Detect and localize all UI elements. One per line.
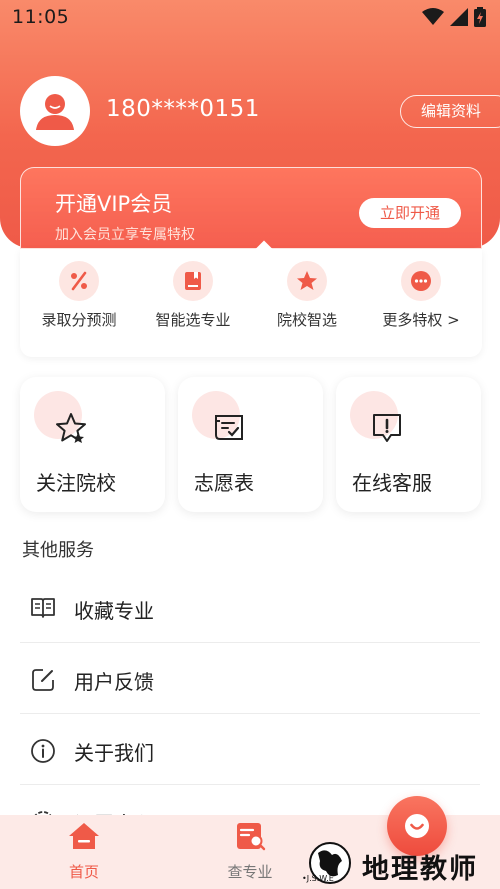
status-time: 11:05 bbox=[12, 6, 70, 28]
tab-search-major[interactable]: 查专业 bbox=[200, 821, 300, 882]
search-doc-icon bbox=[237, 823, 266, 851]
service-label: 关于我们 bbox=[74, 741, 154, 765]
service-label: 收藏专业 bbox=[74, 599, 154, 623]
avatar[interactable] bbox=[20, 76, 90, 146]
wifi-icon bbox=[422, 8, 444, 25]
service-about-us[interactable]: 关于我们 bbox=[20, 715, 480, 785]
vip-subtitle: 加入会员立享专属特权 bbox=[55, 227, 195, 243]
signal-icon bbox=[450, 8, 468, 26]
service-feedback[interactable]: 用户反馈 bbox=[20, 644, 480, 714]
status-bar: 11:05 bbox=[0, 0, 500, 34]
perk-more[interactable]: 更多特权 > bbox=[366, 261, 476, 330]
alert-chat-icon bbox=[373, 414, 401, 442]
open-book-icon bbox=[31, 598, 55, 618]
battery-icon bbox=[474, 7, 486, 27]
edit-square-icon bbox=[32, 669, 54, 691]
tab-home[interactable]: 首页 bbox=[34, 821, 134, 882]
vip-title: 开通VIP会员 bbox=[55, 192, 173, 216]
perk-label: 更多特权 > bbox=[382, 311, 460, 329]
book-icon bbox=[173, 261, 213, 301]
home-icon bbox=[69, 823, 99, 849]
quick-follow-schools[interactable]: 关注院校 bbox=[20, 377, 165, 512]
watermark-logo-icon: •J.S.W.E bbox=[302, 842, 351, 884]
user-phone: 180****0151 bbox=[106, 96, 260, 122]
perk-label: 录取分预测 bbox=[41, 311, 117, 329]
quick-application-form[interactable]: 志愿表 bbox=[178, 377, 323, 512]
perk-smart-major[interactable]: 智能选专业 bbox=[138, 261, 248, 330]
vip-card: 开通VIP会员 加入会员立享专属特权 立即开通 bbox=[20, 167, 482, 249]
quick-label: 关注院校 bbox=[36, 471, 116, 495]
quick-online-service[interactable]: 在线客服 bbox=[336, 377, 481, 512]
vip-perks-card: 录取分预测 智能选专业 院校智选 更多特权 > bbox=[20, 240, 482, 357]
edit-profile-button[interactable]: 编辑资料 bbox=[400, 95, 500, 128]
perk-label: 院校智选 bbox=[276, 311, 337, 329]
tab-label: 查专业 bbox=[227, 863, 273, 881]
star-icon bbox=[287, 261, 327, 301]
quick-label: 在线客服 bbox=[352, 471, 432, 495]
tab-label: 首页 bbox=[68, 863, 99, 881]
perk-school-select[interactable]: 院校智选 bbox=[252, 261, 362, 330]
form-check-icon bbox=[215, 415, 243, 440]
perk-label: 智能选专业 bbox=[155, 311, 231, 329]
percent-icon bbox=[59, 261, 99, 301]
perk-score-prediction[interactable]: 录取分预测 bbox=[24, 261, 134, 330]
service-label: 用户反馈 bbox=[74, 670, 154, 694]
info-circle-icon bbox=[31, 739, 55, 763]
service-favorite-majors[interactable]: 收藏专业 bbox=[20, 573, 480, 643]
more-dots-icon bbox=[401, 261, 441, 301]
other-services-title: 其他服务 bbox=[22, 540, 94, 561]
watermark: •J.S.W.E 地理教师 bbox=[300, 835, 500, 889]
quick-label: 志愿表 bbox=[194, 471, 254, 495]
star-outline-icon bbox=[56, 413, 86, 443]
svg-text:•J.S.W.E: •J.S.W.E bbox=[302, 874, 334, 883]
user-avatar-icon bbox=[36, 94, 74, 130]
vip-open-button[interactable]: 立即开通 bbox=[359, 198, 461, 228]
watermark-text: 地理教师 bbox=[362, 854, 478, 885]
status-icons bbox=[422, 7, 486, 27]
